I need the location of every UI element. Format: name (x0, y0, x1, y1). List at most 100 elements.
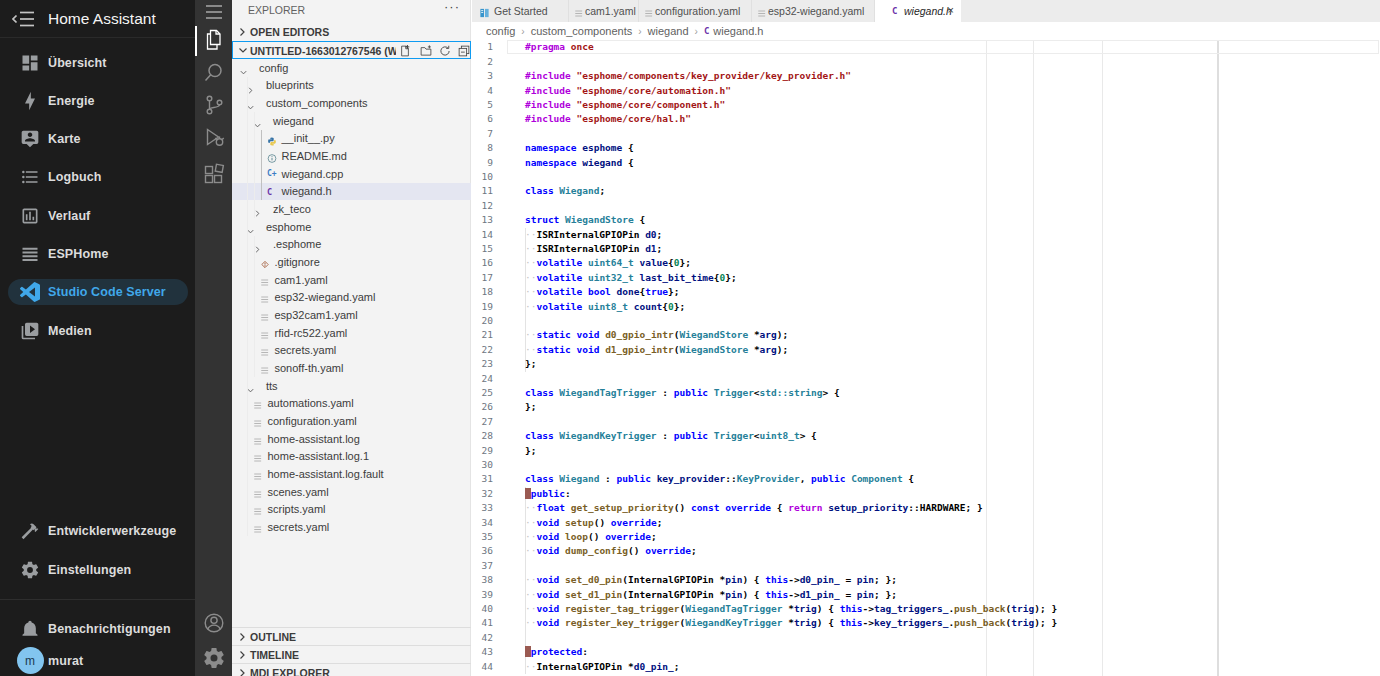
breadcrumb-item[interactable]: wiegand.h (713, 25, 763, 37)
search-icon[interactable] (202, 61, 226, 85)
tree-folder-custom_components[interactable]: custom_components (232, 94, 471, 112)
tree-file-home-assistant.log.fault[interactable]: home-assistant.log.fault (232, 465, 471, 483)
tree-file-rfid-rc522.yaml[interactable]: rfid-rc522.yaml (232, 324, 471, 342)
editor-tab-bar: Get Startedcam1.yamlconfiguration.yaml es… (472, 0, 1380, 22)
line-number: 26 (472, 400, 493, 414)
sidebar-item-notifications[interactable]: Benachrichtigungen (8, 616, 188, 642)
source-control-icon[interactable] (202, 93, 226, 117)
sidebar-item-esphome[interactable]: ESPHome (8, 241, 188, 267)
collapse-all-icon[interactable] (458, 45, 470, 57)
section-mdi-explorer[interactable]: MDI EXPLORER (232, 663, 471, 676)
code-line-5: 5#include "esphome/core/component.h" (472, 98, 1380, 112)
breadcrumb-separator: › (521, 26, 524, 37)
tree-file-configuration.yaml[interactable]: configuration.yaml (232, 412, 471, 430)
tree-file-sonoff-th.yaml[interactable]: sonoff-th.yaml (232, 359, 471, 377)
breadcrumb-item[interactable]: config (486, 25, 515, 37)
code-line-3: 3#include "esphome/components/key_provid… (472, 69, 1380, 83)
sidebar-item-karte[interactable]: Karte (8, 126, 188, 152)
tree-file-scenes.yaml[interactable]: scenes.yaml (232, 483, 471, 501)
debug-icon[interactable] (202, 125, 226, 149)
tab-get-started[interactable]: Get Started (472, 0, 569, 22)
workspace-section[interactable]: UNTITLED-1663012767546 (W... (232, 41, 471, 59)
sidebar-item-verlauf[interactable]: Verlauf (8, 203, 188, 229)
close-icon[interactable]: × (948, 4, 954, 16)
tab-esp32-wiegand.yaml[interactable]: esp32-wiegand.yaml (752, 0, 875, 22)
flash-icon (20, 91, 40, 111)
open-editors-section[interactable]: OPEN EDITORS (232, 23, 471, 41)
tree-file-README.md[interactable]: README.md (232, 147, 471, 165)
tree-file-label: rfid-rc522.yaml (275, 327, 348, 339)
tab-configuration.yaml[interactable]: configuration.yaml (639, 0, 752, 22)
settings-gear-icon[interactable] (202, 646, 226, 670)
tree-file-scripts.yaml[interactable]: scripts.yaml (232, 500, 471, 518)
extensions-icon[interactable] (202, 163, 226, 187)
code-text: ··ISRInternalGPIOPin d0; (525, 228, 662, 242)
tree-folder-.esphome[interactable]: .esphome (232, 236, 471, 254)
explorer-more-icon[interactable]: ··· (444, 0, 460, 14)
code-line-37: 37 (472, 559, 1380, 573)
section-label: TIMELINE (250, 649, 299, 661)
breadcrumb-separator: › (695, 26, 698, 37)
tree-folder-tts[interactable]: tts (232, 377, 471, 395)
tree-folder-blueprints[interactable]: blueprints (232, 77, 471, 95)
breadcrumb-item[interactable]: custom_components (531, 25, 633, 37)
tree-file-secrets.yaml[interactable]: secrets.yaml (232, 518, 471, 536)
sidebar-item-logbuch[interactable]: Logbuch (8, 164, 188, 190)
code-line-17: 17··volatile uint32_t last_bit_time{0}; (472, 271, 1380, 285)
sidebar-item-energie[interactable]: Energie (8, 88, 188, 114)
sidebar-item-einstellungen[interactable]: Einstellungen (8, 557, 188, 583)
code-line-7: 7 (472, 127, 1380, 141)
tree-file-home-assistant.log.1[interactable]: home-assistant.log.1 (232, 447, 471, 465)
menu-icon[interactable] (202, 0, 226, 24)
tab-cam1.yaml[interactable]: cam1.yaml (569, 0, 639, 22)
tree-folder-zk_teco[interactable]: zk_teco (232, 200, 471, 218)
tab-label: esp32-wiegand.yaml (768, 5, 864, 17)
tree-file-__init__.py[interactable]: __init__.py (232, 130, 471, 148)
code-line-14: 14··ISRInternalGPIOPin d0; (472, 228, 1380, 242)
sidebar-item-label: Energie (48, 94, 95, 108)
tree-file-label: scenes.yaml (268, 486, 329, 498)
sidebar-item-studio-code-server[interactable]: Studio Code Server (8, 279, 188, 305)
section-timeline[interactable]: TIMELINE (232, 645, 471, 663)
tree-file-secrets.yaml[interactable]: secrets.yaml (232, 341, 471, 359)
py-file-icon (267, 133, 278, 145)
section-outline[interactable]: OUTLINE (232, 627, 471, 645)
code-line-34: 34··void setup() override; (472, 516, 1380, 530)
tree-file-label: home-assistant.log.1 (268, 450, 370, 462)
line-number: 2 (472, 55, 493, 69)
tree-folder-esphome[interactable]: esphome (232, 218, 471, 236)
code-editor[interactable]: 1#pragma once23#include "esphome/compone… (472, 40, 1380, 676)
code-line-15: 15··ISRInternalGPIOPin d1; (472, 242, 1380, 256)
tree-folder-config[interactable]: config (232, 59, 471, 77)
refresh-icon[interactable] (439, 45, 451, 57)
tree-file-cam1.yaml[interactable]: cam1.yaml (232, 271, 471, 289)
line-number: 35 (472, 530, 493, 544)
code-text: ··void dump_config() override; (525, 544, 697, 558)
new-folder-icon[interactable] (420, 45, 432, 57)
yaml-file-icon (260, 344, 271, 356)
yaml-file-icon (253, 468, 264, 480)
line-number: 19 (472, 300, 493, 314)
files-icon[interactable] (202, 28, 226, 52)
tree-file-esp32cam1.yaml[interactable]: esp32cam1.yaml (232, 306, 471, 324)
new-file-icon[interactable] (399, 45, 411, 57)
sidebar-item-übersicht[interactable]: Übersicht (8, 50, 188, 76)
tree-file-esp32-wiegand.yaml[interactable]: esp32-wiegand.yaml (232, 288, 471, 306)
yaml-icon (757, 5, 768, 17)
tab-wiegand.h[interactable]: Cwiegand.h× (875, 0, 961, 22)
tree-file-automations.yaml[interactable]: automations.yaml (232, 394, 471, 412)
line-number: 10 (472, 170, 493, 184)
tree-file-home-assistant.log[interactable]: home-assistant.log (232, 430, 471, 448)
sidebar-item-medien[interactable]: Medien (8, 318, 188, 344)
h-file-icon: C (267, 186, 278, 198)
line-number: 8 (472, 141, 493, 155)
sidebar-item-entwicklerwerkzeuge[interactable]: Entwicklerwerkzeuge (8, 518, 188, 544)
tree-folder-wiegand[interactable]: wiegand (232, 112, 471, 130)
account-icon[interactable] (202, 611, 226, 635)
tree-file-.gitignore[interactable]: .gitignore (232, 253, 471, 271)
tree-file-wiegand.h[interactable]: Cwiegand.h (232, 183, 471, 201)
tree-file-wiegand.cpp[interactable]: C+wiegand.cpp (232, 165, 471, 183)
sidebar-item-user[interactable]: mmurat (8, 648, 188, 674)
sidebar-toggle-icon[interactable] (12, 10, 35, 28)
breadcrumb-item[interactable]: wiegand (648, 25, 689, 37)
